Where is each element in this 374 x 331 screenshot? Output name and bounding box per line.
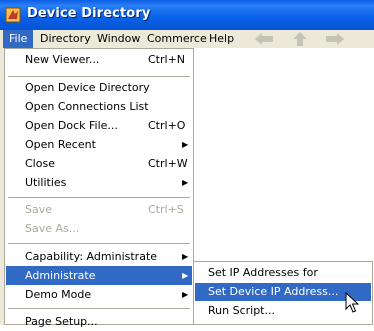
menu-item-label: Capability: Administrate (25, 250, 158, 263)
menu-item-label: Demo Mode (25, 288, 92, 301)
menu-item-open-connections-list[interactable]: Open Connections List (6, 97, 192, 116)
menu-item-label: Run Script... (208, 304, 275, 317)
submenu-item-set-ip-addresses-for-system[interactable]: Set IP Addresses for System... (195, 264, 371, 297)
up-arrow-icon[interactable] (293, 32, 307, 46)
submenu-arrow-icon: ▶ (182, 290, 189, 299)
menu-item-shortcut: Ctrl+W (148, 157, 188, 170)
menu-item-label: Utilities (25, 176, 67, 189)
menu-separator (8, 76, 190, 77)
back-arrow-icon[interactable] (254, 33, 274, 45)
menu-separator (8, 197, 190, 198)
menu-commerce[interactable]: Commerce (141, 30, 213, 48)
menu-item-open-recent[interactable]: Open Recent ▶ (6, 135, 192, 154)
submenu-arrow-icon: ▶ (182, 140, 189, 149)
menu-help[interactable]: Help (203, 30, 240, 48)
menu-item-administrate[interactable]: Administrate ▶ (6, 266, 192, 285)
menu-item-label: Page Setup... (25, 315, 98, 328)
menu-item-label: Open Dock File... (25, 119, 118, 132)
menu-item-shortcut: Ctrl+O (148, 119, 186, 132)
menu-item-save[interactable]: Save Ctrl+S (6, 200, 192, 219)
menu-item-close[interactable]: Close Ctrl+W (6, 154, 192, 173)
menu-item-capability-administrate[interactable]: Capability: Administrate ▶ (6, 247, 192, 266)
submenu-arrow-icon: ▶ (182, 252, 189, 261)
mouse-pointer-icon (345, 292, 359, 313)
menu-bar: File Directory Window Commerce Help (0, 30, 374, 48)
menu-separator (8, 243, 190, 244)
file-menu: New Viewer... Ctrl+N Open Device Directo… (4, 48, 194, 328)
forward-arrow-icon[interactable] (325, 33, 345, 45)
submenu-arrow-icon: ▶ (182, 178, 189, 187)
menu-item-open-device-directory[interactable]: Open Device Directory (6, 78, 192, 97)
menu-item-open-dock-file[interactable]: Open Dock File... Ctrl+O (6, 116, 192, 135)
menu-file[interactable]: File (3, 30, 33, 48)
menu-item-demo-mode[interactable]: Demo Mode ▶ (6, 285, 192, 304)
menu-item-label: Set Device IP Address... (208, 285, 339, 298)
menu-separator (8, 308, 190, 309)
menu-item-shortcut: Ctrl+S (148, 203, 184, 216)
menu-item-save-as[interactable]: Save As... (6, 219, 192, 238)
menu-item-label: Save As... (25, 222, 80, 235)
window-title: Device Directory (27, 6, 151, 21)
menu-item-label: Administrate (25, 269, 96, 282)
menu-item-page-setup[interactable]: Page Setup... (6, 312, 192, 331)
app-logo-icon[interactable] (5, 7, 21, 23)
menu-item-label: Open Device Directory (25, 81, 150, 94)
menu-item-label: New Viewer... (25, 53, 100, 66)
menu-item-label: Save (25, 203, 53, 216)
menu-item-new-viewer[interactable]: New Viewer... Ctrl+N (6, 50, 192, 69)
menu-item-shortcut: Ctrl+N (148, 53, 186, 66)
menu-item-label: Close (25, 157, 55, 170)
menu-item-label: Open Connections List (25, 100, 149, 113)
menu-item-label: Open Recent (25, 138, 96, 151)
title-bar[interactable]: Device Directory (0, 0, 374, 30)
menu-directory[interactable]: Directory (34, 30, 97, 48)
submenu-arrow-icon: ▶ (182, 271, 189, 280)
menu-window[interactable]: Window (91, 30, 146, 48)
menu-item-utilities[interactable]: Utilities ▶ (6, 173, 192, 192)
